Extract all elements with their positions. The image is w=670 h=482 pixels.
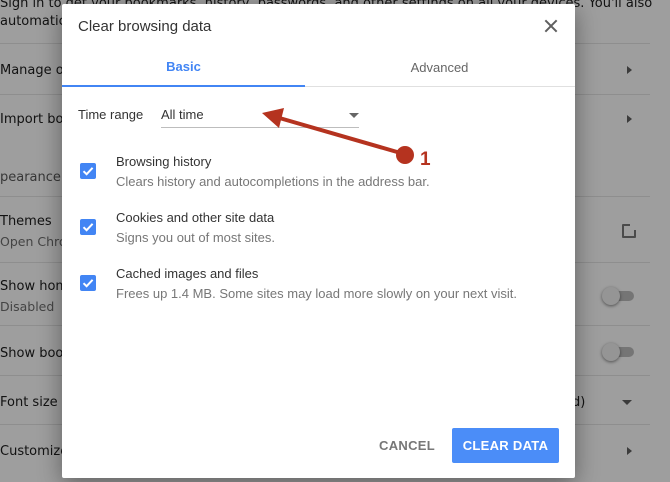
annotation-number: 1 [420, 149, 431, 170]
annotation-arrow [262, 108, 414, 164]
annotation-dot [396, 146, 414, 164]
annotation-arrow-line [275, 115, 405, 156]
annotation-arrowhead [262, 108, 284, 128]
